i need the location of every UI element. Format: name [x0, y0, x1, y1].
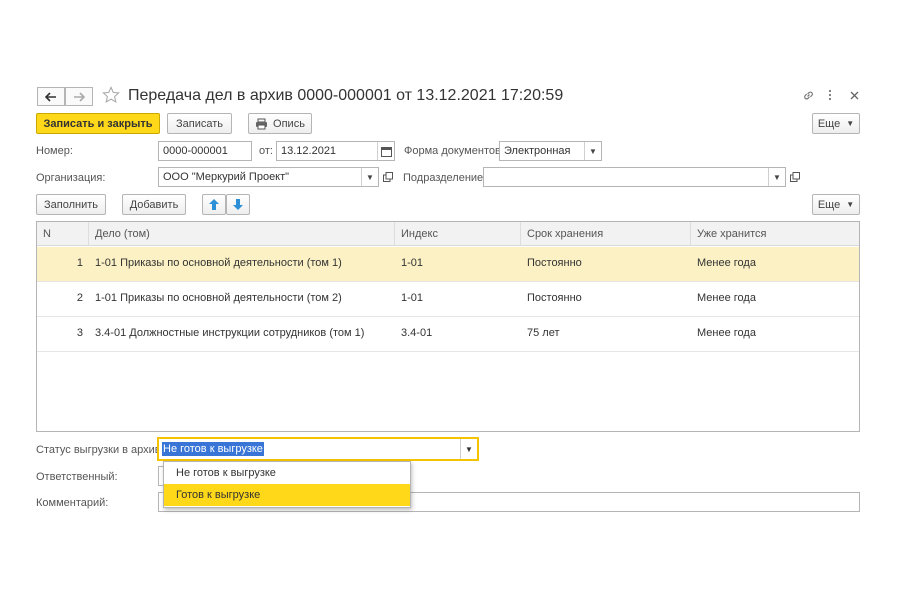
row-stored: Менее года [697, 257, 756, 269]
move-up-button[interactable] [202, 194, 226, 215]
row-number: 1 [76, 257, 83, 269]
print-label: Опись [273, 117, 305, 130]
col-case[interactable]: Дело (том) [89, 222, 395, 246]
col-term[interactable]: Срок хранения [521, 222, 691, 246]
dropdown-arrow-icon[interactable]: ▼ [460, 439, 477, 459]
dropdown-arrow-icon[interactable]: ▼ [361, 168, 378, 186]
window-title: Передача дел в архив 0000-000001 от 13.1… [128, 87, 564, 104]
comment-label: Комментарий: [36, 497, 109, 509]
table-row[interactable]: 2 1-01 Приказы по основной деятельности … [37, 282, 859, 317]
dropdown-arrow-icon[interactable]: ▼ [768, 168, 785, 186]
row-stored: Менее года [697, 292, 756, 304]
doc-form-select[interactable]: Электронная ▼ [499, 141, 602, 161]
status-select[interactable]: Не готов к выгрузке ▼ [157, 437, 479, 461]
arrow-left-icon [45, 91, 56, 102]
row-index: 1-01 [401, 257, 424, 269]
number-label: Номер: [36, 145, 73, 157]
doc-form-value: Электронная [504, 145, 571, 157]
forward-button[interactable] [65, 87, 93, 106]
table-header: N Дело (том) Индекс Срок хранения Уже хр… [37, 222, 859, 246]
dropdown-arrow-icon[interactable]: ▼ [584, 142, 601, 160]
number-value: 0000-000001 [163, 145, 228, 157]
row-case: 1-01 Приказы по основной деятельности (т… [95, 292, 342, 304]
row-number: 3 [76, 327, 83, 339]
arrow-up-icon [209, 199, 219, 210]
open-org-icon[interactable] [380, 167, 396, 187]
dept-label: Подразделение: [403, 172, 487, 184]
fill-label: Заполнить [43, 198, 98, 211]
responsible-label: Ответственный: [36, 471, 118, 483]
col-index[interactable]: Индекс [395, 222, 521, 246]
row-term: 75 лет [527, 327, 560, 339]
caret-down-icon: ▼ [846, 200, 855, 209]
org-label: Организация: [36, 172, 106, 184]
back-button[interactable] [37, 87, 65, 106]
move-down-button[interactable] [226, 194, 250, 215]
col-stored[interactable]: Уже хранится [691, 222, 859, 246]
org-field[interactable]: ООО "Меркурий Проект" ▼ [158, 167, 379, 187]
row-number: 2 [76, 292, 83, 304]
save-and-close-button[interactable]: Записать и закрыть [36, 113, 160, 134]
fill-button[interactable]: Заполнить [36, 194, 106, 215]
date-value: 13.12.2021 [281, 145, 337, 157]
date-label: от: [259, 145, 273, 157]
caret-down-icon: ▼ [846, 119, 855, 128]
more-vertical-icon[interactable] [823, 88, 837, 102]
cases-table[interactable]: N Дело (том) Индекс Срок хранения Уже хр… [36, 221, 860, 432]
add-button[interactable]: Добавить [122, 194, 186, 215]
status-option-ready[interactable]: Готов к выгрузке [164, 484, 410, 506]
table-more-button[interactable]: Еще ▼ [812, 194, 860, 215]
favorite-star-icon[interactable] [102, 86, 120, 107]
row-stored: Менее года [697, 327, 756, 339]
col-n[interactable]: N [37, 222, 89, 246]
status-dropdown-list: Не готов к выгрузке Готов к выгрузке [163, 461, 411, 508]
table-row[interactable]: 3 3.4-01 Должностные инструкции сотрудни… [37, 317, 859, 352]
status-label: Статус выгрузки в архив: [36, 444, 164, 456]
row-case: 3.4-01 Должностные инструкции сотруднико… [95, 327, 365, 339]
row-term: Постоянно [527, 292, 582, 304]
status-option-not-ready[interactable]: Не готов к выгрузке [164, 462, 410, 484]
row-index: 1-01 [401, 292, 424, 304]
doc-form-label: Форма документов: [404, 145, 504, 157]
table-row[interactable]: 1 1-01 Приказы по основной деятельности … [37, 247, 859, 282]
number-field[interactable]: 0000-000001 [158, 141, 252, 161]
more-label: Еще [817, 117, 841, 130]
add-label: Добавить [129, 198, 179, 211]
close-icon[interactable] [847, 88, 861, 102]
date-field[interactable]: 13.12.2021 [276, 141, 395, 161]
print-inventory-button[interactable]: Опись [248, 113, 312, 134]
dept-field[interactable]: ▼ [483, 167, 786, 187]
table-more-label: Еще [817, 198, 841, 211]
row-term: Постоянно [527, 257, 582, 269]
row-index: 3.4-01 [401, 327, 433, 339]
save-and-close-label: Записать и закрыть [43, 117, 153, 130]
arrow-right-icon [74, 91, 85, 102]
row-case: 1-01 Приказы по основной деятельности (т… [95, 257, 342, 269]
link-icon[interactable] [801, 88, 815, 102]
arrow-down-icon [233, 199, 243, 210]
save-label: Записать [175, 117, 223, 130]
status-value: Не готов к выгрузке [162, 442, 264, 456]
more-button[interactable]: Еще ▼ [812, 113, 860, 134]
calendar-icon[interactable] [377, 142, 394, 160]
printer-icon [256, 118, 268, 129]
save-button[interactable]: Записать [167, 113, 232, 134]
open-dept-icon[interactable] [787, 167, 803, 187]
org-value: ООО "Меркурий Проект" [163, 171, 290, 183]
